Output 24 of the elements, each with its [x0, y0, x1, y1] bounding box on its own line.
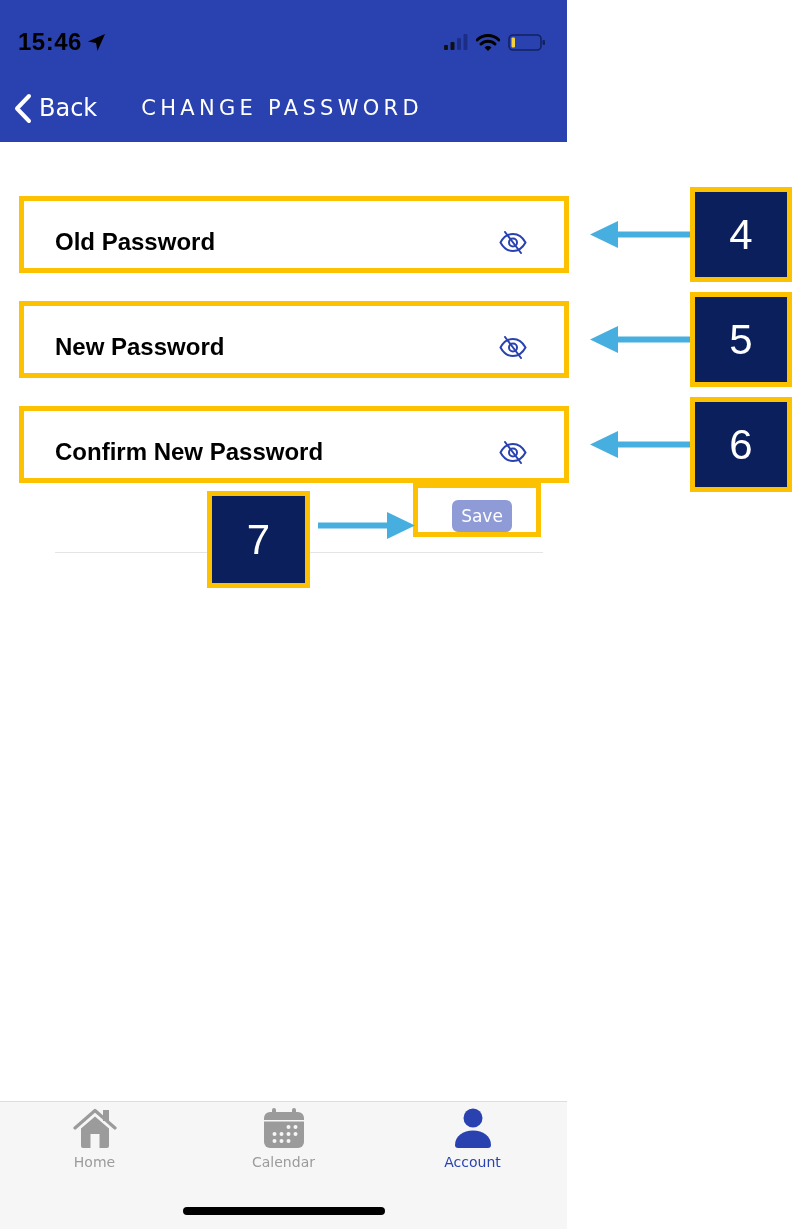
- tab-item[interactable]: Account: [378, 1108, 567, 1171]
- back-button[interactable]: Back: [0, 92, 98, 124]
- number-callout: 5: [690, 292, 792, 387]
- eye-slash-icon[interactable]: [499, 336, 527, 359]
- password-field[interactable]: Confirm New Password: [55, 438, 489, 466]
- number-callout: 4: [690, 187, 792, 282]
- calendar-icon: [263, 1108, 304, 1148]
- eye-slash-icon[interactable]: [499, 441, 527, 464]
- chevron-left-icon: [13, 92, 32, 124]
- person-icon: [453, 1108, 492, 1148]
- battery-icon: [508, 33, 545, 51]
- status-time: 15:46: [18, 28, 82, 56]
- house-icon: [72, 1108, 117, 1148]
- tab-item[interactable]: Home: [0, 1108, 189, 1171]
- number-callout: 6: [690, 397, 792, 492]
- tab-item[interactable]: Calendar: [189, 1108, 378, 1171]
- location-arrow-icon: [86, 32, 106, 52]
- eye-slash-icon[interactable]: [499, 231, 527, 254]
- wifi-icon: [476, 33, 500, 51]
- signal-icon: [444, 34, 468, 50]
- password-field[interactable]: New Password: [55, 333, 489, 361]
- screen-title: CHANGE PASSWORD: [141, 95, 423, 121]
- password-field[interactable]: Old Password: [55, 228, 489, 256]
- number-callout: 7: [207, 491, 310, 588]
